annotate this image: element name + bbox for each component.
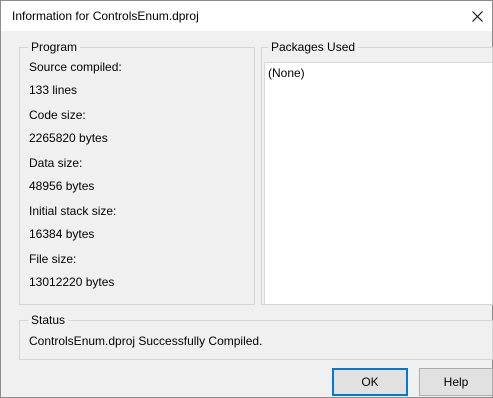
initial-stack-size-value: 16384 bytes bbox=[29, 227, 95, 241]
status-legend: Status bbox=[28, 313, 69, 327]
help-button[interactable]: Help bbox=[419, 368, 493, 396]
program-group: Program Source compiled: 133 lines Code … bbox=[19, 40, 255, 305]
source-compiled-label: Source compiled: bbox=[29, 60, 122, 74]
info-dialog: Information for ControlsEnum.dproj Progr… bbox=[0, 0, 493, 398]
status-group: Status ControlsEnum.dproj Successfully C… bbox=[19, 313, 493, 360]
dialog-client-area: Program Source compiled: 133 lines Code … bbox=[1, 31, 493, 397]
close-icon bbox=[471, 10, 483, 22]
list-item[interactable]: (None) bbox=[268, 66, 305, 80]
packages-used-group: Packages Used (None) bbox=[261, 40, 493, 305]
code-size-value: 2265820 bytes bbox=[29, 131, 108, 145]
source-compiled-value: 133 lines bbox=[29, 83, 78, 97]
packages-list[interactable]: (None) bbox=[264, 62, 492, 304]
data-size-label: Data size: bbox=[29, 156, 83, 170]
window-title: Information for ControlsEnum.dproj bbox=[12, 9, 199, 23]
initial-stack-size-label: Initial stack size: bbox=[29, 204, 117, 218]
code-size-label: Code size: bbox=[29, 108, 86, 122]
status-message: ControlsEnum.dproj Successfully Compiled… bbox=[29, 334, 263, 348]
ok-button[interactable]: OK bbox=[332, 368, 408, 396]
file-size-label: File size: bbox=[29, 252, 77, 266]
packages-used-legend: Packages Used bbox=[268, 40, 359, 54]
close-button[interactable] bbox=[462, 1, 492, 31]
file-size-value: 13012220 bytes bbox=[29, 275, 115, 289]
data-size-value: 48956 bytes bbox=[29, 179, 95, 193]
program-group-legend: Program bbox=[28, 40, 81, 54]
title-bar[interactable]: Information for ControlsEnum.dproj bbox=[1, 1, 492, 31]
